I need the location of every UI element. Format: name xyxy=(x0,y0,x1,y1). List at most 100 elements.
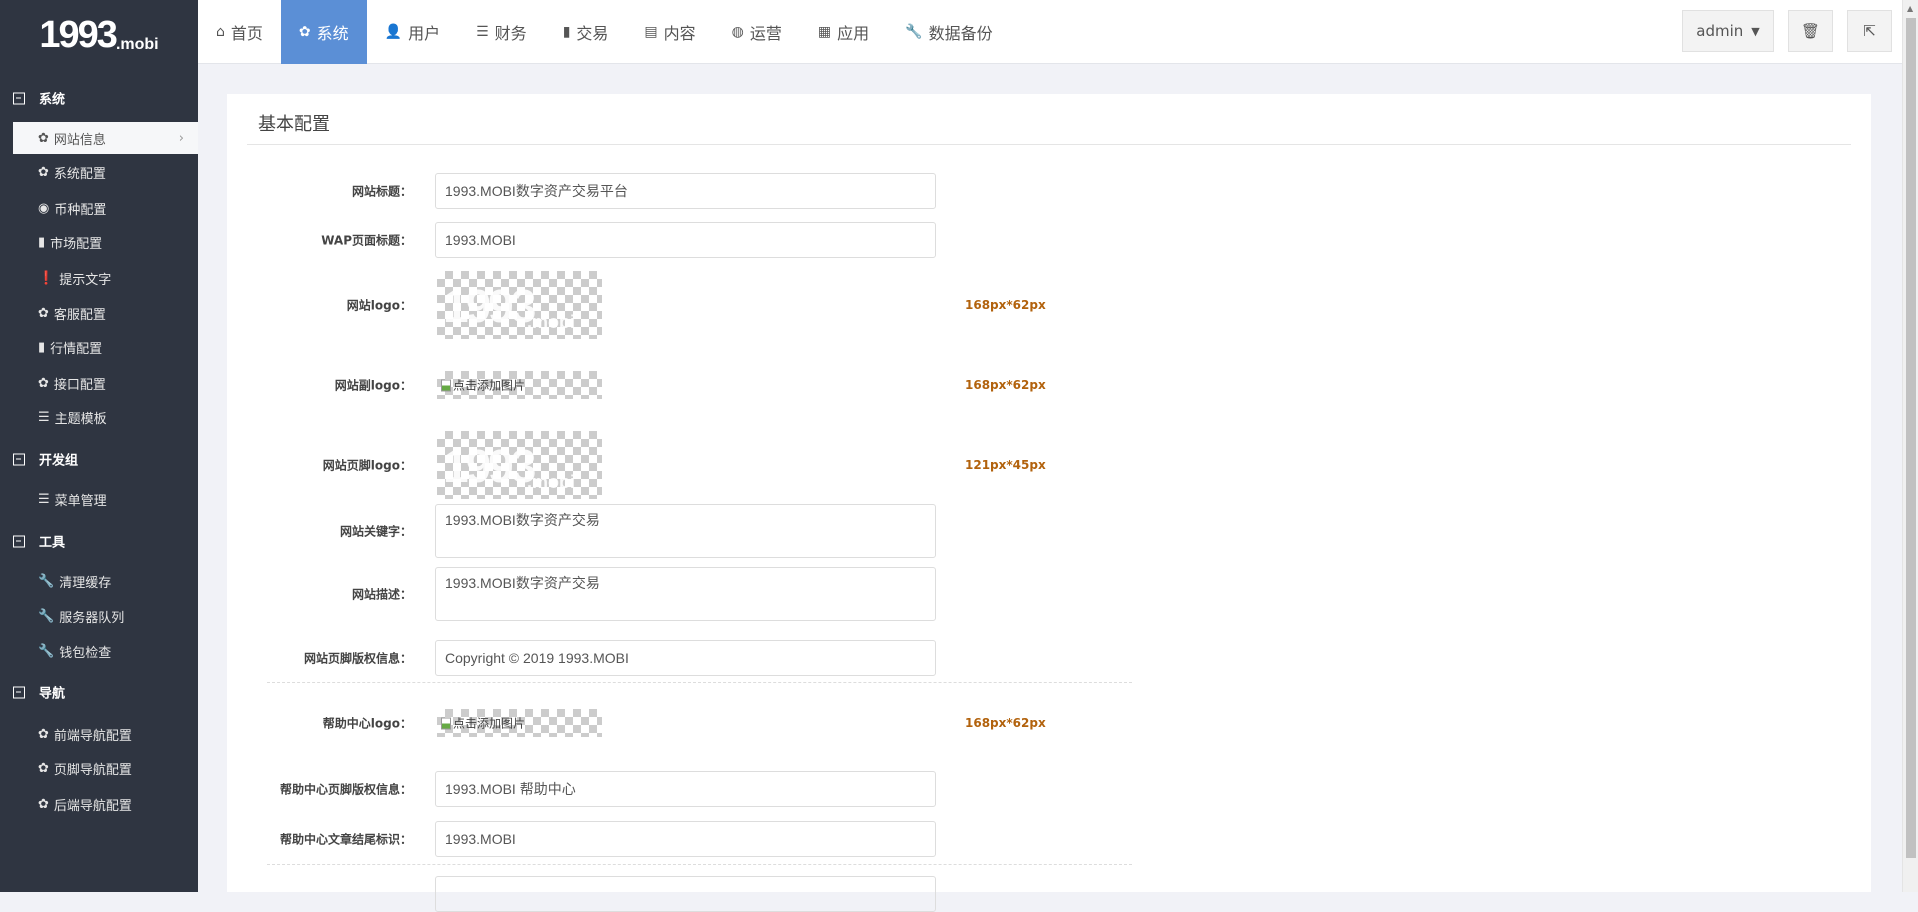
sidebar-item[interactable]: ✿ 网站信息 › xyxy=(13,122,198,154)
nav-tab-label: 运营 xyxy=(749,24,782,43)
text-input[interactable]: Copyright © 2019 1993.MOBI xyxy=(435,640,936,676)
brand-logo[interactable]: 1993 .mobi xyxy=(0,0,198,64)
scrollbar-thumb[interactable] xyxy=(1906,18,1916,858)
section-title: 导航 xyxy=(39,686,66,702)
user-dropdown[interactable]: admin ▼ xyxy=(1682,10,1774,52)
text-input[interactable]: 1993.MOBI 帮助中心 xyxy=(435,771,936,807)
sidebar-item[interactable]: 🔧 清理缓存 xyxy=(13,565,198,597)
nav-tab-6[interactable]: ◍ 运营 xyxy=(714,0,800,64)
nav-tab-label: 财务 xyxy=(494,24,527,43)
logo-image: 1993 xyxy=(443,280,536,332)
sidebar-item[interactable]: ☰ 菜单管理 xyxy=(13,483,198,515)
sidebar-item[interactable]: ✿ 系统配置 xyxy=(13,156,198,188)
sidebar-item-label: 网站信息 xyxy=(53,132,106,148)
sidebar-section-header[interactable]: 导航 xyxy=(13,683,65,702)
sidebar-item[interactable]: 🔧 钱包检查 xyxy=(13,635,198,667)
sidebar-item[interactable]: ☰ 主题模板 xyxy=(13,401,198,433)
text-input[interactable] xyxy=(435,876,936,912)
broken-image: 点击添加图片 xyxy=(441,715,525,732)
logo-upload[interactable]: 1993 .mobi xyxy=(437,431,602,499)
sidebar-item-label: 前端导航配置 xyxy=(53,728,132,744)
sidebar-item-label: 提示文字 xyxy=(59,272,112,288)
sidebar-item-label: 服务器队列 xyxy=(59,610,125,626)
field-label: 帮助中心页脚版权信息： xyxy=(279,782,412,797)
home-icon: ⌂ xyxy=(216,24,225,40)
username: admin xyxy=(1696,22,1744,40)
field-label: 帮助中心logo： xyxy=(322,716,412,731)
field-label: 网站关键字： xyxy=(339,524,412,539)
sidebar: 系统 ✿ 网站信息 › ✿ 系统配置 ◉ 币种配置 ▮ 市场配置 ❗ 提示文字 ✿ 客服配置 ▮ 行情配置 ✿ 接… xyxy=(0,64,198,892)
sidebar-item-label: 菜单管理 xyxy=(54,493,107,509)
text-area[interactable]: 1993.MOBI数字资产交易 xyxy=(435,567,936,621)
sidebar-item[interactable]: ✿ 客服配置 xyxy=(13,297,198,329)
basic-config-card: 基本配置 网站标题： 1993.MOBI数字资产交易平台 WAP页面标题： 1993.… xyxy=(227,94,1871,912)
broken-image-icon xyxy=(441,717,451,729)
sidebar-item-label: 页脚导航配置 xyxy=(53,762,132,778)
nav-tab-label: 数据备份 xyxy=(928,24,993,43)
nav-tab-2[interactable]: 👤 用户 xyxy=(367,0,458,64)
bar-chart-icon: ▮ xyxy=(38,234,46,250)
logo-upload[interactable]: 1993 .mobi xyxy=(437,271,602,339)
nav-tab-0[interactable]: ⌂ 首页 xyxy=(198,0,281,64)
nav-tab-8[interactable]: 🔧 数据备份 xyxy=(887,0,1010,64)
nav-tab-7[interactable]: ▦ 应用 xyxy=(800,0,887,64)
sidebar-item[interactable]: ✿ 接口配置 xyxy=(13,367,198,399)
image-upload[interactable]: 点击添加图片 xyxy=(437,709,602,737)
logout-button[interactable]: ⇱ xyxy=(1847,10,1892,52)
sidebar-item[interactable]: ✿ 后端导航配置 xyxy=(13,788,198,820)
nav-tab-1[interactable]: ✿ 系统 xyxy=(280,0,367,64)
sidebar-item[interactable]: ▮ 行情配置 xyxy=(13,331,198,363)
text-input[interactable]: 1993.MOBI xyxy=(435,222,936,258)
text-area[interactable]: 1993.MOBI数字资产交易 xyxy=(435,504,936,558)
field-label: 帮助中心文章结尾标识： xyxy=(279,832,412,847)
section-title: 系统 xyxy=(39,92,66,108)
sidebar-item-label: 币种配置 xyxy=(54,202,107,218)
card-title: 基本配置 xyxy=(258,114,330,135)
list-icon: ☰ xyxy=(476,24,489,40)
image-upload[interactable]: 点击添加图片 xyxy=(437,371,602,399)
sidebar-item[interactable]: ✿ 页脚导航配置 xyxy=(13,752,198,784)
nav-tab-label: 交易 xyxy=(576,24,609,43)
top-bar: 1993 .mobi ⌂ 首页 ✿ 系统 👤 用户 ☰ 财务 ▮ 交易 ▤ 内容 ◍ 运营 ▦ 应用 🔧 数据备份 … xyxy=(0,0,1918,64)
scrollbar[interactable]: ▲ xyxy=(1902,0,1918,892)
size-hint: 121px*45px xyxy=(965,458,1046,472)
collapse-icon xyxy=(13,453,25,465)
server-icon: ☰ xyxy=(38,409,50,425)
nav-tab-4[interactable]: ▮ 交易 xyxy=(545,0,627,64)
nav-tab-label: 内容 xyxy=(663,24,696,43)
nav-tab-label: 系统 xyxy=(316,24,349,43)
sidebar-item[interactable]: ✿ 前端导航配置 xyxy=(13,718,198,750)
nav-tab-3[interactable]: ☰ 财务 xyxy=(458,0,545,64)
sidebar-item[interactable]: 🔧 服务器队列 xyxy=(13,600,198,632)
text-input[interactable]: 1993.MOBI数字资产交易平台 xyxy=(435,173,936,209)
collapse-icon xyxy=(13,535,25,547)
sidebar-section-header[interactable]: 开发组 xyxy=(13,450,78,469)
collapse-icon xyxy=(13,92,25,104)
field-label: 网站页脚版权信息： xyxy=(303,651,412,666)
sidebar-section-header[interactable]: 工具 xyxy=(13,532,65,551)
sidebar-item-label: 客服配置 xyxy=(53,307,106,323)
sidebar-section-header[interactable]: 系统 xyxy=(13,89,65,108)
clear-cache-button[interactable]: 🗑 xyxy=(1788,10,1833,52)
grid-icon: ▦ xyxy=(817,24,832,40)
scroll-up-icon[interactable]: ▲ xyxy=(1907,4,1913,13)
nav-tab-5[interactable]: ▤ 内容 xyxy=(626,0,713,64)
gear-icon: ✿ xyxy=(38,726,49,742)
sidebar-item[interactable]: ◉ 币种配置 xyxy=(13,192,198,224)
gear-icon: ✿ xyxy=(38,130,49,146)
section-title: 工具 xyxy=(39,535,66,551)
sidebar-item[interactable]: ▮ 市场配置 xyxy=(13,226,198,258)
sidebar-item-label: 主题模板 xyxy=(54,411,107,427)
chevron-right-icon: › xyxy=(178,130,184,146)
text-input[interactable]: 1993.MOBI xyxy=(435,821,936,857)
trash-icon: 🗑 xyxy=(1800,22,1821,40)
document-icon: ▤ xyxy=(644,24,658,40)
list-icon: ☰ xyxy=(38,491,50,507)
field-label: 网站描述： xyxy=(351,587,412,602)
field-label: 网站标题： xyxy=(351,184,412,199)
logo-image-suffix: .mobi xyxy=(527,312,575,332)
logo-text: 1993 xyxy=(39,14,118,56)
image-alt-text: 点击添加图片 xyxy=(453,716,526,731)
sidebar-item[interactable]: ❗ 提示文字 xyxy=(13,262,198,294)
sidebar-item-label: 市场配置 xyxy=(50,236,103,252)
